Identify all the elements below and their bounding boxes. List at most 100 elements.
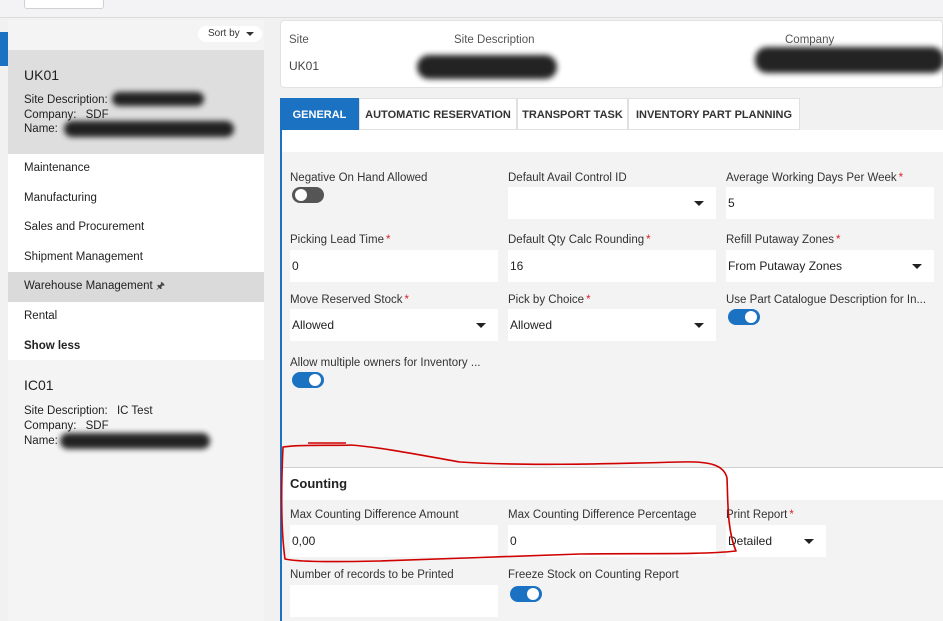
site-company-line: Company: SDF xyxy=(24,420,109,432)
negative-on-hand-toggle[interactable] xyxy=(292,187,324,203)
sort-by-button[interactable]: Sort by xyxy=(198,26,262,42)
site-company-label: Company: xyxy=(24,420,77,432)
chevron-down-icon xyxy=(694,201,704,206)
records-to-print-label: Number of records to be Printed xyxy=(290,569,454,581)
redaction-mark xyxy=(60,433,210,449)
general-form: Negative On Hand Allowed Default Avail C… xyxy=(280,130,943,621)
pick-by-choice-label: Pick by Choice * xyxy=(508,294,591,306)
tab-automatic-reservation[interactable]: AUTOMATIC RESERVATION xyxy=(359,98,517,130)
menu-item-warehouse-management[interactable]: Warehouse Management 🖈 xyxy=(8,272,264,302)
site-description-line: Site Description: IC Test xyxy=(24,405,153,417)
freeze-stock-label: Freeze Stock on Counting Report xyxy=(508,569,679,581)
max-counting-percentage-input[interactable]: 0 xyxy=(508,525,716,557)
site-name-line: Name: xyxy=(24,123,58,135)
site-card-uk01[interactable]: UK01 Site Description: Company: SDF Name… xyxy=(8,50,264,154)
tab-general[interactable]: GENERAL xyxy=(280,98,359,130)
required-marker: * xyxy=(385,234,391,246)
site-value: UK01 xyxy=(289,59,320,73)
menu-item-manufacturing[interactable]: Manufacturing xyxy=(8,183,264,214)
refill-putaway-zones-label-text: Refill Putaway Zones xyxy=(726,234,835,246)
menu-item-label: Warehouse Management xyxy=(24,280,153,293)
site-code: IC01 xyxy=(24,377,54,393)
site-list-panel: Sort by UK01 Site Description: Company: … xyxy=(8,20,264,621)
move-reserved-stock-label: Move Reserved Stock * xyxy=(290,294,409,306)
site-header-card: Site UK01 Site Description Company xyxy=(280,20,943,88)
chevron-down-icon xyxy=(694,323,704,328)
refill-putaway-zones-label: Refill Putaway Zones * xyxy=(726,234,841,246)
avg-working-days-label: Average Working Days Per Week * xyxy=(726,172,903,184)
site-description-label: Site Description xyxy=(454,34,535,46)
pick-by-choice-label-text: Pick by Choice xyxy=(508,294,585,306)
top-bar xyxy=(0,0,943,18)
site-description-label: Site Description: xyxy=(24,94,108,106)
print-report-select[interactable]: Detailed xyxy=(726,525,826,557)
max-counting-percentage-label: Max Counting Difference Percentage xyxy=(508,509,697,521)
required-marker: * xyxy=(646,234,651,246)
part-catalogue-description-label: Use Part Catalogue Description for In... xyxy=(726,294,927,306)
redaction-mark xyxy=(112,92,204,106)
picking-lead-time-input[interactable]: 0 xyxy=(290,250,498,282)
multiple-owners-toggle[interactable] xyxy=(292,372,324,388)
move-reserved-stock-select[interactable]: Allowed xyxy=(290,309,498,341)
tab-transport-task[interactable]: TRANSPORT TASK xyxy=(517,98,628,130)
redaction-mark xyxy=(417,55,557,79)
company-label: Company xyxy=(785,34,835,46)
menu-item-sales-procurement[interactable]: Sales and Procurement xyxy=(8,213,264,243)
required-marker: * xyxy=(836,234,841,246)
refill-putaway-zones-value: From Putaway Zones xyxy=(728,259,843,273)
required-marker: * xyxy=(586,294,591,306)
pin-icon[interactable]: 🖈 xyxy=(156,281,165,292)
refill-putaway-zones-select[interactable]: From Putaway Zones xyxy=(726,250,934,282)
move-reserved-stock-value: Allowed xyxy=(292,318,335,332)
top-search-box[interactable] xyxy=(24,0,104,9)
tab-inventory-part-planning[interactable]: INVENTORY PART PLANNING xyxy=(628,98,800,130)
site-name-label: Name: xyxy=(24,123,58,135)
site-code: UK01 xyxy=(24,67,60,83)
site-detail: Site UK01 Site Description Company GENER… xyxy=(280,20,943,621)
qty-calc-rounding-label: Default Qty Calc Rounding * xyxy=(508,234,651,246)
max-counting-amount-label: Max Counting Difference Amount xyxy=(290,509,459,521)
form-header-strip xyxy=(282,130,943,152)
redaction-mark xyxy=(755,47,943,73)
required-marker: * xyxy=(404,294,409,306)
site-name-line: Name: xyxy=(24,435,58,447)
menu-item-shipment-management[interactable]: Shipment Management xyxy=(8,242,264,273)
required-marker: * xyxy=(789,509,794,521)
negative-on-hand-label: Negative On Hand Allowed xyxy=(290,172,428,184)
site-description-label: Site Description: xyxy=(24,405,108,417)
qty-calc-rounding-label-text: Default Qty Calc Rounding xyxy=(508,234,645,246)
show-less-link[interactable]: Show less xyxy=(8,331,264,362)
part-catalogue-description-toggle[interactable] xyxy=(728,309,760,325)
site-description-value: IC Test xyxy=(116,405,153,417)
menu-item-rental[interactable]: Rental xyxy=(8,301,264,332)
site-company-value: SDF xyxy=(85,109,109,121)
print-report-value: Detailed xyxy=(728,534,773,548)
picking-lead-time-label: Picking Lead Time * xyxy=(290,234,390,246)
site-label: Site xyxy=(289,34,309,46)
avg-working-days-input[interactable]: 5 xyxy=(726,187,934,219)
required-marker: * xyxy=(898,172,904,184)
multiple-owners-label: Allow multiple owners for Inventory ... xyxy=(290,357,481,369)
print-report-label-text: Print Report xyxy=(726,509,788,521)
chevron-down-icon xyxy=(912,264,922,269)
nav-accent-bar xyxy=(0,32,8,66)
site-company-value: SDF xyxy=(85,420,109,432)
site-menu: Maintenance Manufacturing Sales and Proc… xyxy=(8,154,264,362)
menu-item-maintenance[interactable]: Maintenance xyxy=(8,154,264,184)
site-name-label: Name: xyxy=(24,435,58,447)
counting-section-header[interactable]: Counting xyxy=(282,468,943,500)
site-description-line: Site Description: xyxy=(24,94,108,106)
max-counting-amount-input[interactable]: 0,00 xyxy=(290,525,498,557)
avg-working-days-label-text: Average Working Days Per Week xyxy=(726,172,897,184)
pick-by-choice-select[interactable]: Allowed xyxy=(508,309,716,341)
records-to-print-input[interactable] xyxy=(290,585,498,617)
site-card-ic01[interactable]: IC01 Site Description: IC Test Company: … xyxy=(8,360,264,480)
qty-calc-rounding-input[interactable]: 16 xyxy=(508,250,716,282)
chevron-down-icon xyxy=(246,32,254,36)
freeze-stock-toggle[interactable] xyxy=(510,586,542,602)
chevron-down-icon xyxy=(804,539,814,544)
default-avail-control-label: Default Avail Control ID xyxy=(508,172,627,184)
default-avail-control-select[interactable] xyxy=(508,187,716,219)
chevron-down-icon xyxy=(476,323,486,328)
redaction-mark xyxy=(64,121,234,137)
